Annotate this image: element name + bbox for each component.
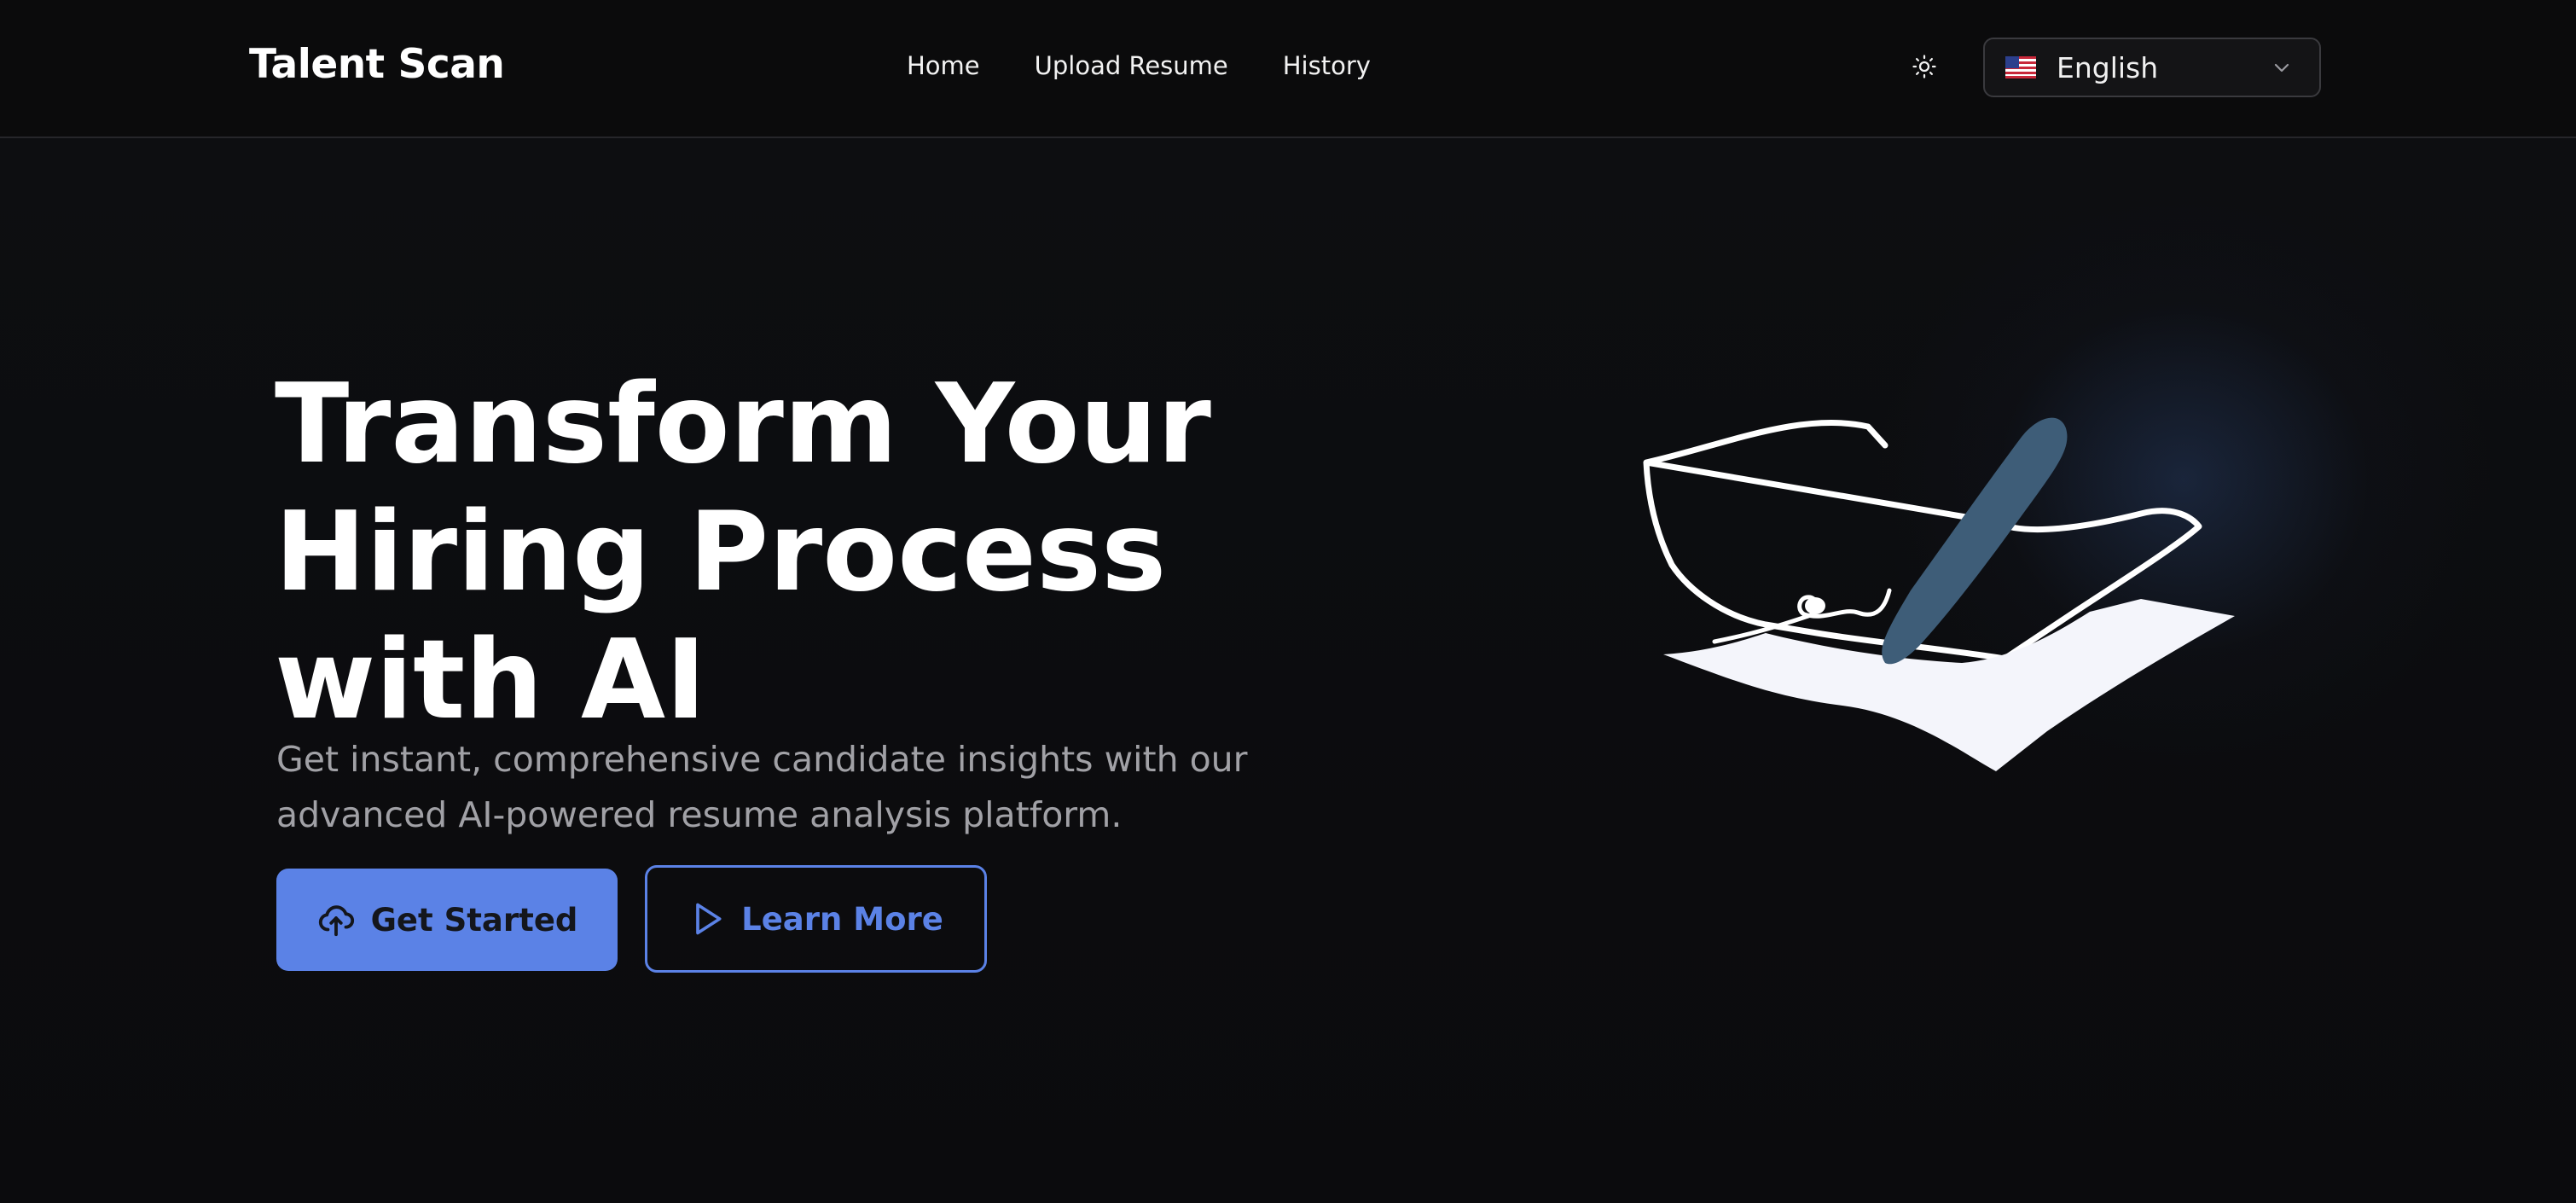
nav-link-home[interactable]: Home xyxy=(907,51,980,80)
signature-dot xyxy=(1805,597,1825,614)
hero-title: Transform Your Hiring Process with AI xyxy=(275,360,1211,744)
get-started-button[interactable]: Get Started xyxy=(276,869,618,971)
learn-more-button[interactable]: Learn More xyxy=(645,865,987,973)
hero-section: Transform Your Hiring Process with AI Ge… xyxy=(0,138,2576,1203)
top-navigation-bar: Talent Scan Home Upload Resume History E… xyxy=(0,0,2576,138)
chevron-down-icon xyxy=(2274,63,2289,73)
nav-link-history[interactable]: History xyxy=(1283,51,1371,80)
sun-icon xyxy=(1912,55,1936,78)
paper-fold xyxy=(1663,599,2235,771)
nav-link-upload-resume[interactable]: Upload Resume xyxy=(1035,51,1228,80)
hero-subtitle: Get instant, comprehensive candidate ins… xyxy=(276,739,1248,835)
pen xyxy=(1882,417,2068,665)
language-select-value: English xyxy=(2057,50,2159,84)
brand-logo[interactable]: Talent Scan xyxy=(249,41,505,88)
signing-paper-illustration xyxy=(1643,417,2235,771)
learn-more-label: Learn More xyxy=(741,900,943,938)
main-nav: Home Upload Resume History xyxy=(907,51,1371,80)
us-flag-icon xyxy=(2005,56,2036,78)
play-icon xyxy=(696,903,722,935)
language-select[interactable]: English xyxy=(1983,38,2321,97)
get-started-label: Get Started xyxy=(370,901,578,939)
cloud-upload-icon xyxy=(318,905,354,937)
theme-toggle-button[interactable] xyxy=(1907,49,1941,84)
